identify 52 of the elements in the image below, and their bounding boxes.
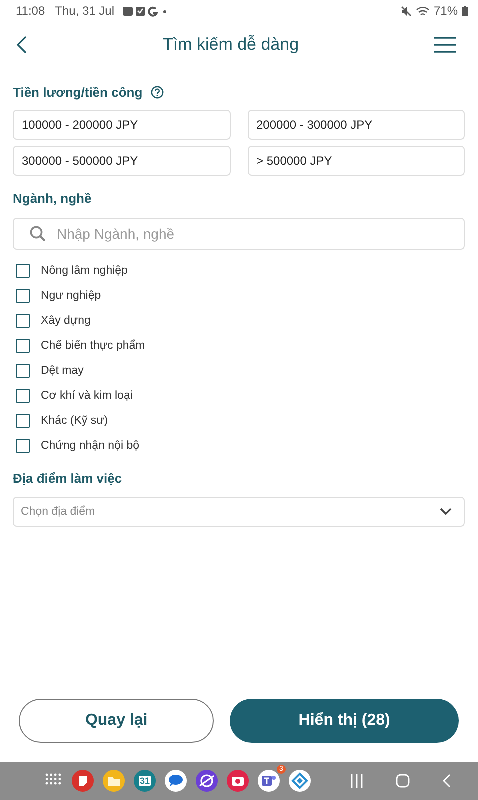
checkbox-label: Nông lâm nghiệp: [41, 265, 128, 277]
show-results-button[interactable]: Hiển thị (28): [230, 699, 459, 743]
salary-option[interactable]: > 500000 JPY: [248, 146, 465, 176]
camera-app-icon[interactable]: [227, 770, 249, 792]
section-label: Tiền lương/tiền công: [13, 85, 143, 100]
status-date: Thu, 31 Jul: [55, 4, 115, 18]
search-icon: [30, 226, 46, 242]
checkbox-label: Ngư nghiệp: [41, 290, 102, 302]
notification-icons: [122, 5, 167, 17]
chat-app-icon[interactable]: [165, 770, 187, 792]
battery-level: 71%: [434, 4, 458, 18]
calendar-date: 31: [138, 776, 151, 786]
search-field[interactable]: Nhập Ngành, nghề: [13, 218, 465, 250]
back-icon[interactable]: [16, 36, 28, 54]
checkbox[interactable]: [16, 314, 30, 328]
chevron-down-icon: [440, 508, 452, 516]
notes-app-icon[interactable]: [72, 770, 94, 792]
back-nav-icon[interactable]: [443, 774, 451, 788]
salary-option[interactable]: 200000 - 300000 JPY: [248, 110, 465, 140]
checkbox[interactable]: [16, 439, 30, 453]
home-icon[interactable]: [396, 774, 410, 788]
location-dropdown[interactable]: Chọn địa điểm: [13, 497, 465, 527]
checkbox[interactable]: [16, 414, 30, 428]
browser-app-icon[interactable]: [196, 770, 218, 792]
checkbox-label: Cơ khí và kim loại: [41, 390, 133, 402]
checkbox-label: Chứng nhận nội bộ: [41, 440, 140, 452]
checkbox-label: Chế biến thực phẩm: [41, 340, 146, 352]
checkbox[interactable]: [16, 289, 30, 303]
diamond-app-icon[interactable]: [289, 770, 311, 792]
calendar-app-icon[interactable]: 31: [134, 770, 156, 792]
page-title: Tìm kiếm dễ dàng: [162, 35, 300, 55]
checkbox[interactable]: [16, 364, 30, 378]
folder-app-icon[interactable]: [103, 770, 125, 792]
battery-icon: [462, 6, 468, 16]
recent-apps-icon[interactable]: [351, 774, 363, 788]
status-time: 11:08: [16, 4, 46, 18]
checkbox[interactable]: [16, 389, 30, 403]
section-label: Ngành, nghề: [13, 191, 92, 206]
checkbox-label: Xây dựng: [41, 315, 91, 327]
salary-option[interactable]: 300000 - 500000 JPY: [13, 146, 230, 176]
teams-app-icon[interactable]: [258, 770, 280, 792]
salary-option[interactable]: 100000 - 200000 JPY: [13, 110, 230, 140]
help-icon[interactable]: [150, 86, 164, 99]
checkbox-label: Khác (Kỹ sư): [41, 415, 108, 427]
back-button[interactable]: Quay lại: [19, 699, 214, 743]
section-label: Địa điểm làm việc: [13, 471, 122, 486]
checkbox[interactable]: [16, 339, 30, 353]
checkbox[interactable]: [16, 264, 30, 278]
mute-icon: [400, 6, 412, 16]
wifi-icon: [416, 6, 430, 16]
menu-icon[interactable]: [434, 37, 456, 53]
checkbox-label: Dệt may: [41, 365, 84, 377]
